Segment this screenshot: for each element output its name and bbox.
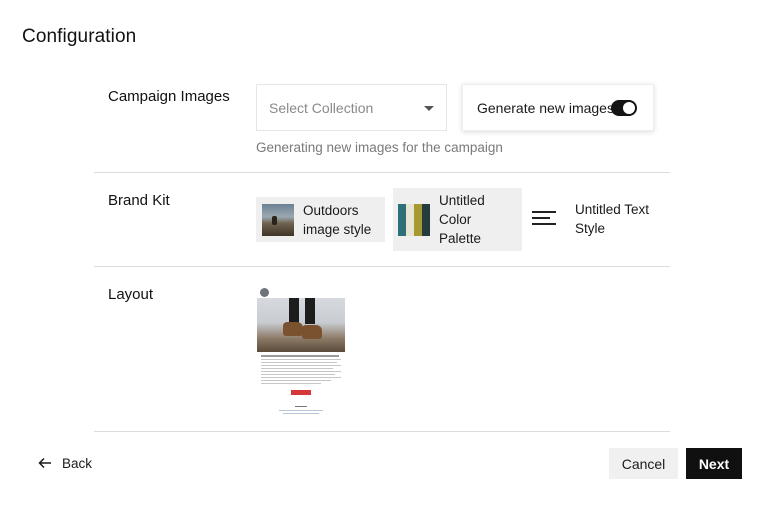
section-divider: [94, 266, 670, 267]
hero-image: [257, 298, 345, 352]
chevron-down-icon: [424, 106, 434, 111]
brand-kit-text-style-card[interactable]: Untitled Text Style: [528, 188, 664, 251]
section-divider: [94, 172, 670, 173]
logo-icon: [260, 288, 269, 297]
campaign-images-helper-text: Generating new images for the campaign: [256, 140, 503, 155]
color-palette-label: Untitled Color Palette: [439, 193, 485, 246]
brand-kit-image-style-card[interactable]: Outdoors image style: [256, 197, 385, 242]
text-lines-icon: [532, 211, 556, 227]
next-button[interactable]: Next: [686, 448, 742, 479]
arrow-left-icon: [38, 457, 51, 469]
layout-label: Layout: [108, 286, 154, 303]
generate-new-images-toggle[interactable]: [611, 100, 637, 116]
layout-thumbnail[interactable]: [257, 287, 345, 419]
color-swatch: [398, 204, 406, 236]
back-label: Back: [62, 456, 93, 471]
color-swatch: [414, 204, 422, 236]
cancel-button[interactable]: Cancel: [609, 448, 678, 479]
section-divider: [94, 431, 670, 432]
text-style-label: Untitled Text Style: [575, 202, 650, 236]
generate-new-images-label: Generate new images: [477, 100, 614, 116]
select-collection-dropdown[interactable]: Select Collection: [256, 84, 447, 131]
select-collection-placeholder: Select Collection: [269, 100, 374, 116]
generate-new-images-control[interactable]: Generate new images: [462, 84, 654, 131]
brand-kit-label: Brand Kit: [108, 192, 170, 209]
toggle-knob: [623, 102, 635, 114]
campaign-images-label: Campaign Images: [108, 88, 230, 105]
image-style-thumbnail: [262, 204, 294, 236]
page-title: Configuration: [22, 26, 137, 47]
brand-kit-color-palette-card[interactable]: Untitled Color Palette: [393, 188, 522, 251]
image-style-label: Outdoors image style: [303, 203, 372, 237]
color-swatch: [406, 204, 414, 236]
cta-button-preview: [291, 390, 311, 395]
color-swatch: [422, 204, 430, 236]
